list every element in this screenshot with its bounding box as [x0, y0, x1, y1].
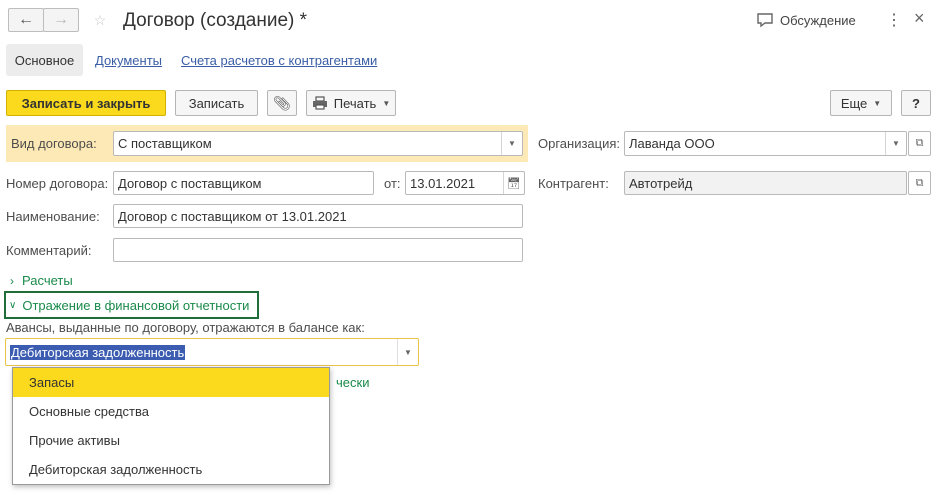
- paperclip-icon: 📎︎: [273, 94, 291, 111]
- name-label: Наименование:: [6, 209, 100, 224]
- print-button[interactable]: Печать ▼: [306, 90, 396, 116]
- contract-number-input[interactable]: Договор с поставщиком: [113, 171, 374, 195]
- tab-settlement-accounts[interactable]: Счета расчетов с контрагентами: [181, 53, 377, 68]
- advances-label: Авансы, выданные по договору, отражаются…: [6, 320, 365, 335]
- financial-group-label: Отражение в финансовой отчетности: [22, 298, 250, 313]
- chevron-down-icon[interactable]: ▼: [885, 132, 906, 155]
- chevron-down-icon: ▼: [382, 98, 391, 108]
- discussion-button[interactable]: Обсуждение: [756, 12, 856, 28]
- dropdown-option[interactable]: Основные средства: [13, 397, 329, 426]
- chevron-down-icon: ∨: [9, 300, 17, 311]
- chevron-down-icon[interactable]: ▼: [501, 132, 522, 155]
- favorite-star-icon[interactable]: ☆: [90, 8, 110, 32]
- tab-main[interactable]: Основное: [6, 44, 83, 76]
- help-button[interactable]: ?: [901, 90, 931, 116]
- more-vert-icon[interactable]: ⋮: [886, 10, 902, 30]
- financial-group-toggle[interactable]: ∨ Отражение в финансовой отчетности: [9, 298, 249, 313]
- open-organization-button[interactable]: ⧉: [908, 131, 931, 156]
- forward-button[interactable]: →: [43, 8, 79, 32]
- settlements-group-toggle[interactable]: › Расчеты: [10, 273, 73, 288]
- date-value: 13.01.2021: [410, 175, 476, 191]
- contract-type-select[interactable]: С поставщиком ▼: [113, 131, 523, 156]
- comment-input[interactable]: [113, 238, 523, 262]
- page-title: Договор (создание) *: [123, 10, 308, 31]
- chevron-right-icon: ›: [10, 273, 14, 288]
- dropdown-option[interactable]: Дебиторская задолженность: [13, 455, 329, 484]
- more-button[interactable]: Еще ▼: [830, 90, 892, 116]
- print-label: Печать: [333, 95, 377, 111]
- dropdown-option[interactable]: Прочие активы: [13, 426, 329, 455]
- contract-number-label: Номер договора:: [6, 176, 109, 191]
- open-link-icon: ⧉: [915, 137, 924, 149]
- save-button[interactable]: Записать: [175, 90, 258, 116]
- organization-value: Лаванда ООО: [629, 136, 715, 151]
- discussion-label: Обсуждение: [780, 12, 856, 28]
- advances-dropdown-list: Запасы Основные средства Прочие активы Д…: [12, 367, 330, 485]
- name-input[interactable]: Договор с поставщиком от 13.01.2021: [113, 204, 523, 228]
- arrow-left-icon: ←: [18, 11, 34, 28]
- counterparty-field[interactable]: Автотрейд: [624, 171, 907, 195]
- back-button[interactable]: ←: [8, 8, 44, 32]
- hidden-link-tail[interactable]: чески: [336, 375, 369, 390]
- tab-documents[interactable]: Документы: [95, 53, 162, 68]
- contract-type-label: Вид договора:: [11, 136, 97, 151]
- printer-icon: [312, 96, 327, 110]
- open-counterparty-button[interactable]: ⧉: [908, 171, 931, 195]
- save-and-close-button[interactable]: Записать и закрыть: [6, 90, 166, 116]
- date-label: от:: [384, 176, 401, 191]
- advances-value: Дебиторская задолженность: [10, 344, 186, 360]
- close-icon[interactable]: ×: [914, 8, 925, 29]
- settlements-group-label: Расчеты: [22, 273, 73, 288]
- contract-type-value: С поставщиком: [118, 136, 212, 151]
- more-label: Еще: [840, 95, 868, 111]
- attach-button[interactable]: 📎︎: [267, 90, 297, 116]
- date-input[interactable]: 13.01.2021 📅︎: [405, 171, 525, 195]
- advances-select[interactable]: Дебиторская задолженность ▼: [5, 338, 419, 366]
- chevron-down-icon: ▼: [873, 98, 882, 108]
- comment-label: Комментарий:: [6, 243, 92, 258]
- chat-icon: [757, 13, 773, 28]
- arrow-right-icon: →: [53, 11, 69, 28]
- dropdown-option[interactable]: Запасы: [13, 368, 329, 397]
- counterparty-label: Контрагент:: [538, 176, 609, 191]
- chevron-down-icon[interactable]: ▼: [397, 339, 418, 365]
- organization-label: Организация:: [538, 136, 621, 151]
- organization-select[interactable]: Лаванда ООО ▼: [624, 131, 907, 156]
- open-link-icon: ⧉: [915, 176, 924, 189]
- calendar-icon[interactable]: 📅︎: [503, 172, 524, 194]
